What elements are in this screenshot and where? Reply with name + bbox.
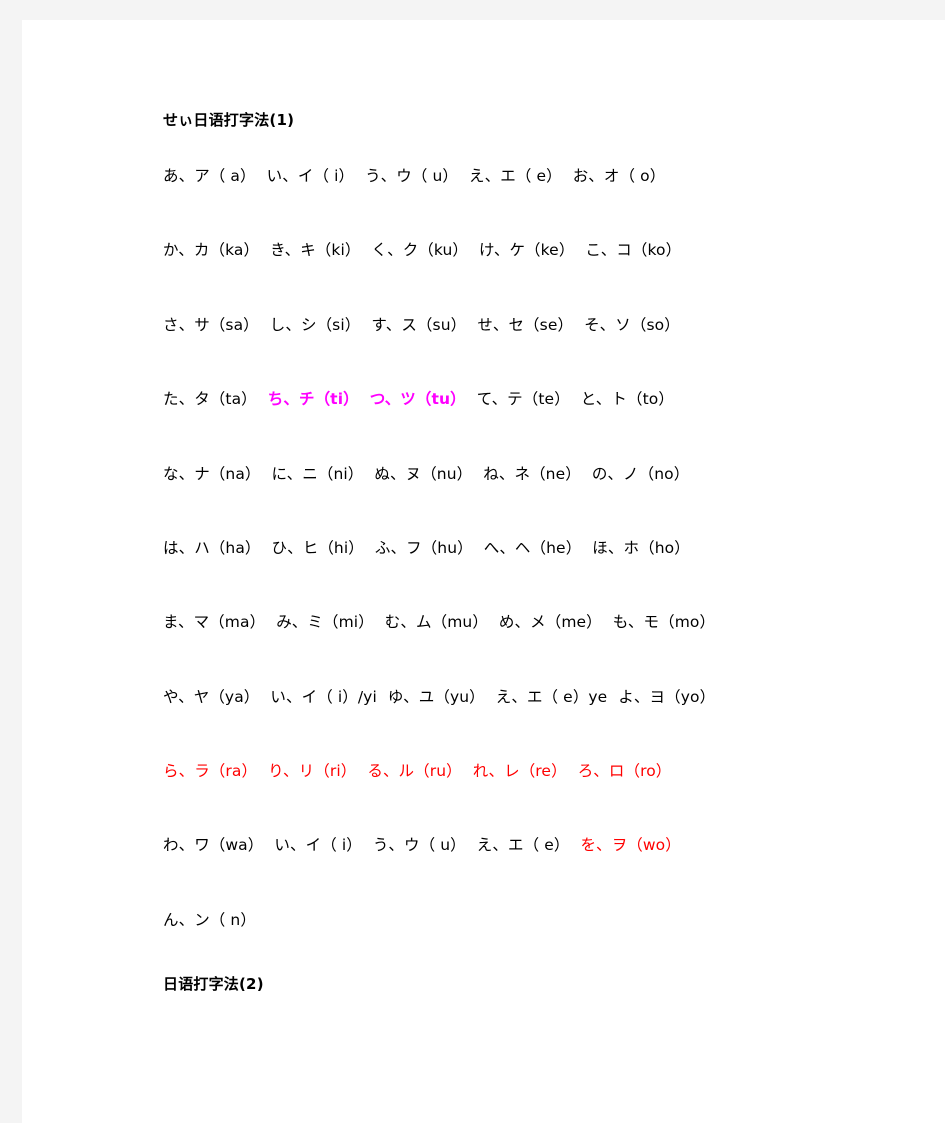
kana-cell: く、ク（ku）	[371, 241, 469, 260]
section-heading-1: せぃ日语打字法(1)	[163, 111, 295, 129]
kana-cell: え、エ（ e）	[476, 836, 570, 855]
kana-cell: う、ウ（ u）	[372, 836, 466, 855]
kana-cell: へ、ヘ（he）	[483, 538, 582, 557]
kana-cell: ふ、フ（hu）	[374, 538, 473, 557]
kana-cell: て、テ（te）	[476, 390, 570, 409]
row-ta: た、タ（ta） ち、チ（ti） つ、ツ（tu） て、テ（te） と、ト（to）	[163, 390, 863, 409]
kana-cell: め、メ（me）	[498, 613, 602, 632]
kana-cell: あ、ア（ a）	[163, 167, 256, 185]
kana-cell: ね、ネ（ne）	[483, 464, 581, 483]
kana-cell: な、ナ（na）	[163, 464, 261, 483]
row-na: な、ナ（na） に、ニ（ni） ぬ、ヌ（nu） ね、ネ（ne） の、ノ（no）	[163, 465, 863, 484]
row-sa: さ、サ（sa） し、シ（si） す、ス（su） せ、セ（se） そ、ソ（so）	[163, 316, 863, 335]
kana-cell: ま、マ（ma）	[163, 613, 266, 632]
kana-cell: そ、ソ（so）	[584, 315, 680, 334]
kana-cell: た、タ（ta）	[163, 390, 257, 409]
kana-cell: わ、ワ（wa）	[163, 836, 264, 855]
kana-cell: む、ム（mu）	[384, 613, 488, 632]
kana-cell: つ、ツ（tu）	[369, 390, 466, 409]
kana-cell: り、リ（ri）	[268, 762, 357, 780]
document-content: せぃ日语打字法(1) あ、ア（ a） い、イ（ i） う、ウ（ u） え、エ（ e） お…	[163, 110, 863, 995]
kana-cell: ら、ラ（ra）	[163, 762, 258, 780]
kana-cell: う、ウ（ u）	[365, 167, 459, 185]
document-page: せぃ日语打字法(1) あ、ア（ a） い、イ（ i） う、ウ（ u） え、エ（ e） お…	[22, 20, 945, 1123]
kana-cell: を、ヲ（wo）	[580, 836, 681, 855]
kana-cell: の、ノ（no）	[591, 464, 690, 483]
kana-cell: い、イ（ i）	[266, 167, 355, 185]
kana-cell: や、ヤ（ya）	[163, 687, 260, 706]
kana-cell: か、カ（ka）	[163, 241, 260, 260]
section-heading-2: 日语打字法(2)	[163, 975, 264, 994]
kana-cell: ひ、ヒ（hi）	[271, 538, 364, 557]
kana-cell: ゆ、ユ（yu）	[387, 687, 485, 706]
kana-cell: み、ミ（mi）	[276, 613, 374, 632]
kana-cell: え、エ（ e）ye	[495, 687, 608, 706]
kana-cell: ち、チ（ti）	[267, 390, 359, 409]
row-wa: わ、ワ（wa） い、イ（ i） う、ウ（ u） え、エ（ e） を、ヲ（wo）	[163, 836, 863, 855]
kana-cell: せ、セ（se）	[477, 315, 574, 334]
kana-cell: さ、サ（sa）	[163, 315, 259, 334]
kana-cell: ん、ン（ n）	[163, 910, 256, 929]
kana-cell: ぬ、ヌ（nu）	[374, 464, 473, 483]
row-ya: や、ヤ（ya） い、イ（ i）/yi ゆ、ユ（yu） え、エ（ e）ye よ、ヨ（yo）	[163, 688, 863, 707]
row-a: あ、ア（ a） い、イ（ i） う、ウ（ u） え、エ（ e） お、オ（ o）	[163, 167, 863, 186]
kana-cell: に、ニ（ni）	[271, 464, 364, 483]
kana-cell: ほ、ホ（ho）	[592, 538, 690, 557]
row-ma: ま、マ（ma） み、ミ（mi） む、ム（mu） め、メ（me） も、モ（mo）	[163, 613, 863, 632]
kana-cell: れ、レ（re）	[472, 762, 567, 780]
row-ha: は、ハ（ha） ひ、ヒ（hi） ふ、フ（hu） へ、ヘ（he） ほ、ホ（ho）	[163, 539, 863, 558]
kana-cell: も、モ（mo）	[612, 613, 716, 632]
kana-cell: よ、ヨ（yo）	[618, 687, 716, 706]
kana-cell: え、エ（ e）	[469, 167, 562, 185]
kana-table: あ、ア（ a） い、イ（ i） う、ウ（ u） え、エ（ e） お、オ（ o） か、カ（k…	[163, 167, 863, 930]
kana-cell: お、オ（ o）	[572, 167, 666, 185]
kana-cell: ろ、ロ（ro）	[577, 762, 672, 780]
kana-cell: き、キ（ki）	[270, 241, 361, 260]
row-n: ん、ン（ n）	[163, 911, 863, 930]
kana-cell: す、ス（su）	[371, 315, 467, 334]
kana-cell: い、イ（ i）	[274, 836, 362, 855]
row-ka: か、カ（ka） き、キ（ki） く、ク（ku） け、ケ（ke） こ、コ（ko）	[163, 241, 863, 260]
row-ra: ら、ラ（ra） り、リ（ri） る、ル（ru） れ、レ（re） ろ、ロ（ro）	[163, 762, 863, 781]
kana-cell: こ、コ（ko）	[585, 241, 682, 260]
kana-cell: け、ケ（ke）	[479, 241, 575, 260]
kana-cell: い、イ（ i）/yi	[270, 687, 377, 706]
kana-cell: は、ハ（ha）	[163, 538, 261, 557]
kana-cell: る、ル（ru）	[367, 762, 462, 780]
kana-cell: と、ト（to）	[580, 390, 674, 409]
kana-cell: し、シ（si）	[269, 315, 361, 334]
